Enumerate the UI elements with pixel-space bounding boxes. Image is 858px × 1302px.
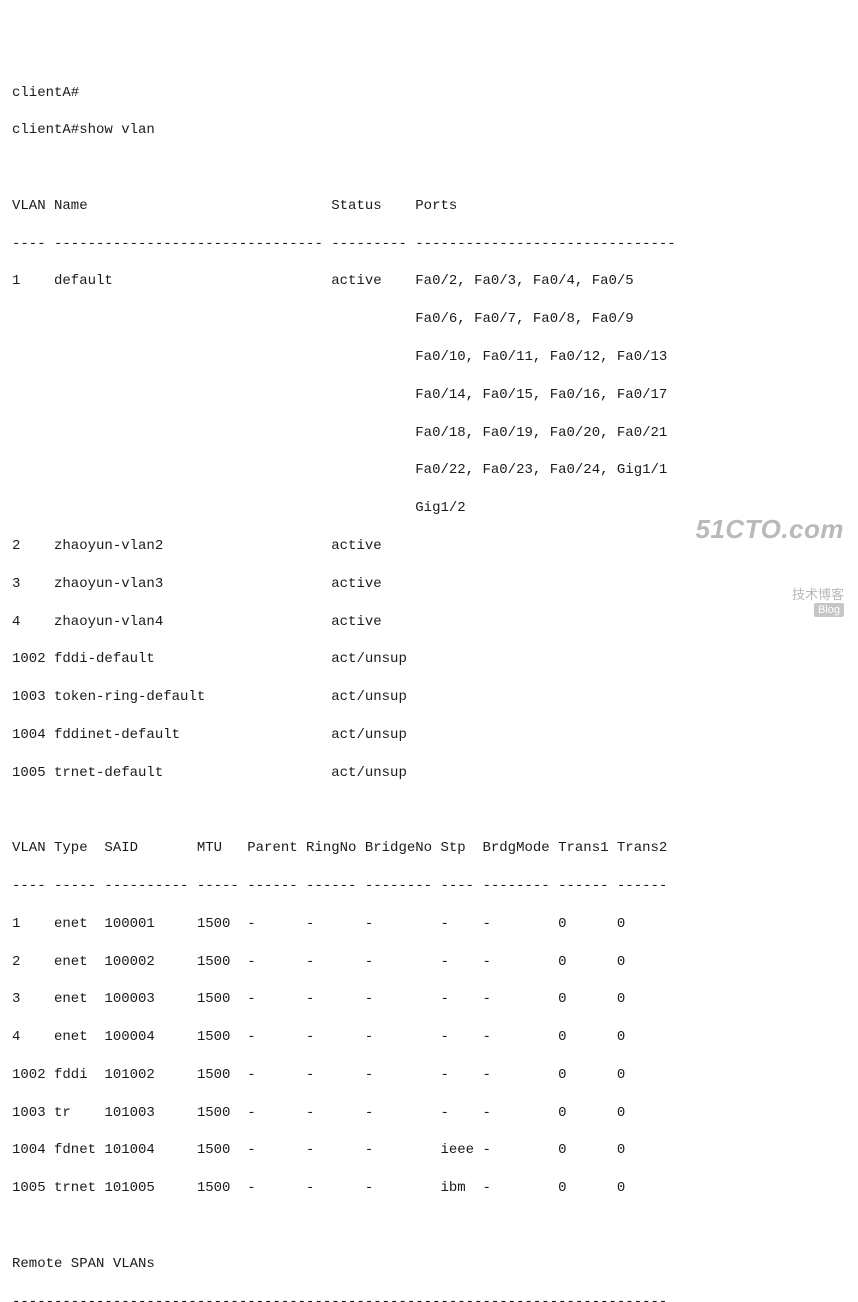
vlan-row: 2 zhaoyun-vlan2 active	[12, 537, 846, 556]
vlan-detail-row: 1003 tr 101003 1500 - - - - - 0 0	[12, 1104, 846, 1123]
vlan-row: 1 default active Fa0/2, Fa0/3, Fa0/4, Fa…	[12, 272, 846, 291]
blank-line	[12, 1217, 846, 1236]
vlan-row: 1004 fddinet-default act/unsup	[12, 726, 846, 745]
vlan-detail-row: 1004 fdnet 101004 1500 - - - ieee - 0 0	[12, 1141, 846, 1160]
vlan-row: Fa0/10, Fa0/11, Fa0/12, Fa0/13	[12, 348, 846, 367]
vlan-detail-row: 1005 trnet 101005 1500 - - - ibm - 0 0	[12, 1179, 846, 1198]
vlan-detail-row: 3 enet 100003 1500 - - - - - 0 0	[12, 990, 846, 1009]
terminal-prompt: clientA#	[12, 84, 846, 103]
vlan-row: Fa0/18, Fa0/19, Fa0/20, Fa0/21	[12, 424, 846, 443]
vlan-detail-row: 4 enet 100004 1500 - - - - - 0 0	[12, 1028, 846, 1047]
vlan-row: 3 zhaoyun-vlan3 active	[12, 575, 846, 594]
terminal-command: clientA#show vlan	[12, 121, 846, 140]
vlan-detail-row: 1 enet 100001 1500 - - - - - 0 0	[12, 915, 846, 934]
vlan-detail-divider: ---- ----- ---------- ----- ------ -----…	[12, 877, 846, 896]
vlan-row: 1002 fddi-default act/unsup	[12, 650, 846, 669]
vlan-row: Fa0/6, Fa0/7, Fa0/8, Fa0/9	[12, 310, 846, 329]
vlan-row: 4 zhaoyun-vlan4 active	[12, 613, 846, 632]
remote-span-title: Remote SPAN VLANs	[12, 1255, 846, 1274]
vlan-table-divider: ---- -------------------------------- --…	[12, 235, 846, 254]
vlan-detail-header: VLAN Type SAID MTU Parent RingNo BridgeN…	[12, 839, 846, 858]
vlan-row: Fa0/14, Fa0/15, Fa0/16, Fa0/17	[12, 386, 846, 405]
vlan-row: 1003 token-ring-default act/unsup	[12, 688, 846, 707]
section-divider: ----------------------------------------…	[12, 1293, 846, 1302]
vlan-row: Fa0/22, Fa0/23, Fa0/24, Gig1/1	[12, 461, 846, 480]
vlan-row: Gig1/2	[12, 499, 846, 518]
vlan-detail-row: 2 enet 100002 1500 - - - - - 0 0	[12, 953, 846, 972]
vlan-row: 1005 trnet-default act/unsup	[12, 764, 846, 783]
blank-line	[12, 801, 846, 820]
vlan-detail-row: 1002 fddi 101002 1500 - - - - - 0 0	[12, 1066, 846, 1085]
blank-line	[12, 159, 846, 178]
vlan-table-header: VLAN Name Status Ports	[12, 197, 846, 216]
